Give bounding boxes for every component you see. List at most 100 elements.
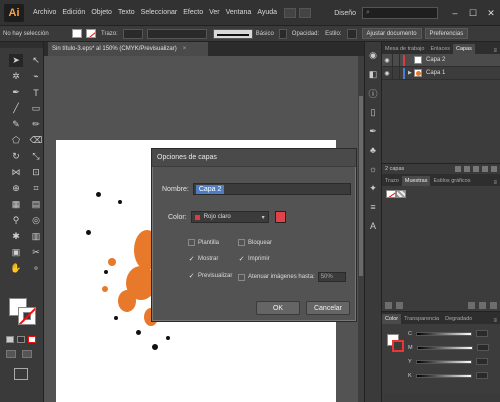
dim-images-option[interactable]: Atenuar imágenes hasta: 50% xyxy=(238,272,346,282)
screen-mode-icon[interactable] xyxy=(14,368,28,380)
workspace-switcher[interactable]: Diseño xyxy=(334,10,356,17)
new-color-group-icon[interactable] xyxy=(468,301,475,309)
symbol-sprayer-tool-icon[interactable]: ✱ xyxy=(9,230,23,243)
gradient-tool-icon[interactable]: ▤ xyxy=(29,198,43,211)
graphic-styles-icon[interactable]: ✦ xyxy=(367,182,379,194)
menu-efecto[interactable]: Efecto xyxy=(180,9,206,16)
rotate-tool-icon[interactable]: ↻ xyxy=(9,150,23,163)
close-tab-icon[interactable]: × xyxy=(183,46,187,52)
rectangle-tool-icon[interactable]: ▭ xyxy=(29,102,43,115)
hand-tool-icon[interactable]: ✋ xyxy=(9,262,23,275)
panel-menu-icon[interactable]: ≡ xyxy=(493,48,497,54)
color-guide-icon[interactable]: ◉ xyxy=(367,49,379,61)
ok-button[interactable]: OK xyxy=(256,301,300,315)
tab-color[interactable]: Color xyxy=(382,314,402,324)
arrange-documents-icon[interactable] xyxy=(299,7,312,18)
shape-builder-tool-icon[interactable]: ⊕ xyxy=(9,182,23,195)
mesh-tool-icon[interactable]: ▦ xyxy=(9,198,23,211)
stroke-color-icon[interactable] xyxy=(18,307,36,325)
selection-tool-icon[interactable]: ➤ xyxy=(9,54,23,67)
black-splatter-dot[interactable] xyxy=(96,192,101,197)
stroke-swatch-color-panel[interactable] xyxy=(392,340,404,352)
print-option[interactable]: ✓ Imprimir xyxy=(238,255,270,263)
paintbrush-tool-icon[interactable]: ✎ xyxy=(9,118,23,131)
scrollbar-thumb[interactable] xyxy=(359,96,363,276)
tab-graphic-styles[interactable]: Estilos gráficos xyxy=(430,176,473,186)
swatch-kind-icon[interactable] xyxy=(396,301,403,309)
dim-images-field[interactable]: 50% xyxy=(317,272,346,282)
slider-value-field[interactable] xyxy=(475,372,488,379)
preview-checkbox[interactable]: ✓ xyxy=(188,272,195,280)
stroke-style-dropdown[interactable] xyxy=(278,28,287,39)
align-icon[interactable]: ▯ xyxy=(367,106,379,118)
line-tool-icon[interactable]: ╱ xyxy=(9,102,23,115)
orange-splatter-shape[interactable] xyxy=(108,258,116,266)
lasso-tool-icon[interactable]: ⌁ xyxy=(29,70,43,83)
visibility-eye-icon[interactable]: ◉ xyxy=(382,57,392,64)
eyedropper-tool-icon[interactable]: ⚲ xyxy=(9,214,23,227)
bridge-icon[interactable] xyxy=(284,7,297,18)
menu-seleccionar[interactable]: Seleccionar xyxy=(138,9,181,16)
tab-layers[interactable]: Capas xyxy=(453,44,475,54)
graph-tool-icon[interactable]: ▥ xyxy=(29,230,43,243)
color-mode-icon[interactable] xyxy=(6,336,14,343)
layer-name[interactable]: Capa 2 xyxy=(426,57,445,63)
none-mode-icon[interactable] xyxy=(28,336,36,343)
slider-m[interactable]: M xyxy=(408,344,489,351)
search-input[interactable]: ⌕ xyxy=(362,7,438,19)
lock-checkbox[interactable] xyxy=(238,239,245,246)
character-icon[interactable]: A xyxy=(367,220,379,232)
draw-behind-icon[interactable] xyxy=(22,350,32,358)
stroke-swatch[interactable] xyxy=(86,29,96,38)
template-option[interactable]: Plantilla xyxy=(188,239,219,246)
variable-width-field[interactable] xyxy=(146,28,207,39)
menu-texto[interactable]: Texto xyxy=(115,9,138,16)
layer-color-select[interactable]: Rojo claro ▾ xyxy=(190,211,269,223)
fill-stroke-control[interactable] xyxy=(9,298,37,326)
artboard-tool-icon[interactable]: ▣ xyxy=(9,246,23,259)
stroke-label[interactable]: Trazo: xyxy=(98,31,121,37)
adjust-document-button[interactable]: Ajustar documento xyxy=(361,28,422,39)
close-window-button[interactable]: ✕ xyxy=(482,0,500,26)
layer-color-swatch[interactable] xyxy=(274,211,286,223)
perspective-grid-tool-icon[interactable]: ⌗ xyxy=(29,182,43,195)
orange-splatter-shape[interactable] xyxy=(102,286,108,292)
clipping-mask-icon[interactable] xyxy=(464,166,470,172)
delete-swatch-icon[interactable] xyxy=(490,301,497,309)
black-splatter-dot[interactable] xyxy=(104,270,108,274)
black-splatter-dot[interactable] xyxy=(136,330,141,335)
tab-transparency[interactable]: Transparencia xyxy=(401,314,442,324)
show-option[interactable]: ✓ Mostrar xyxy=(188,255,219,263)
black-splatter-dot[interactable] xyxy=(118,200,122,204)
magic-wand-tool-icon[interactable]: ✲ xyxy=(9,70,23,83)
layer-name[interactable]: Capa 1 xyxy=(426,70,445,76)
menu-edicion[interactable]: Edición xyxy=(59,9,88,16)
swatch-registration[interactable] xyxy=(396,190,406,198)
layer-row[interactable]: ◉ ▶ Capa 1 xyxy=(382,66,500,80)
menu-ver[interactable]: Ver xyxy=(206,9,223,16)
layer-name-input[interactable]: Capa 2 xyxy=(192,183,351,195)
slider-k[interactable]: K xyxy=(408,372,488,379)
minimize-button[interactable]: – xyxy=(446,0,464,26)
layer-row[interactable]: ◉ Capa 2 xyxy=(382,53,500,67)
black-splatter-dot[interactable] xyxy=(166,336,170,340)
pen-tool-icon[interactable]: ✒ xyxy=(9,86,23,99)
menu-objeto[interactable]: Objeto xyxy=(88,9,115,16)
slider-value-field[interactable] xyxy=(475,358,488,365)
delete-layer-icon[interactable] xyxy=(491,166,497,172)
lock-toggle[interactable] xyxy=(392,66,400,80)
dim-images-checkbox[interactable] xyxy=(238,273,245,281)
appearance-icon[interactable]: ☼ xyxy=(367,163,379,175)
preferences-button[interactable]: Preferencias xyxy=(424,28,469,39)
opacity-label[interactable]: Opacidad: xyxy=(289,31,322,37)
slider-value-field[interactable] xyxy=(476,344,489,351)
tab-gradient[interactable]: Degradado xyxy=(442,314,475,324)
graphic-style-dropdown[interactable] xyxy=(346,28,357,39)
draw-normal-icon[interactable] xyxy=(6,350,16,358)
locate-object-icon[interactable] xyxy=(455,166,461,172)
scale-tool-icon[interactable]: ⤡ xyxy=(29,150,43,163)
swatch-library-icon[interactable] xyxy=(385,301,392,309)
menu-ayuda[interactable]: Ayuda xyxy=(254,9,280,16)
slider-c[interactable]: C xyxy=(408,330,488,337)
new-layer-icon[interactable] xyxy=(482,166,488,172)
